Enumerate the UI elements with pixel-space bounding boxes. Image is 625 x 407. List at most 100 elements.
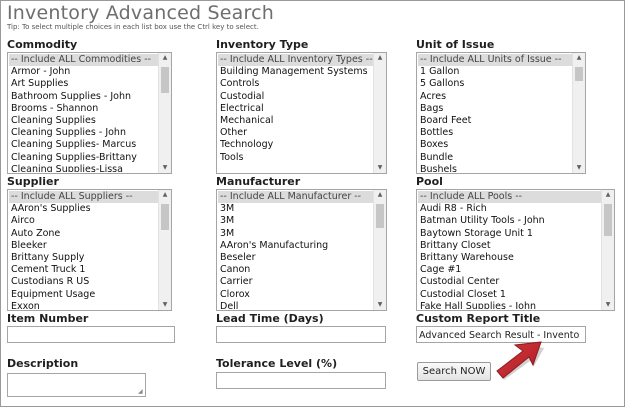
list-option[interactable]: Bundle bbox=[418, 152, 572, 164]
scroll-up-icon[interactable]: ▲ bbox=[159, 53, 171, 63]
pool-listbox[interactable]: -- Include ALL Pools -- Audi R8 - Rich Bat… bbox=[416, 189, 615, 311]
list-option[interactable]: Cement Truck 1 bbox=[9, 264, 158, 276]
description-textarea[interactable]: ◢ bbox=[7, 373, 146, 397]
list-option[interactable]: Brooms - Shannon bbox=[9, 103, 158, 115]
list-option[interactable]: Brittany Closet bbox=[418, 240, 601, 252]
manufacturer-listbox[interactable]: -- Include ALL Manufacturer -- 3M 3M 3M AAro… bbox=[216, 189, 387, 311]
scroll-up-icon[interactable]: ▲ bbox=[602, 190, 614, 200]
supplier-label: Supplier bbox=[7, 175, 59, 188]
list-option[interactable]: Custodians R US bbox=[9, 276, 158, 288]
inventory-type-scrollbar[interactable]: ▲ ▼ bbox=[373, 53, 386, 173]
inventory-type-listbox[interactable]: -- Include ALL Inventory Types -- Buildin… bbox=[216, 52, 387, 174]
list-option[interactable]: Other bbox=[218, 127, 373, 139]
scroll-up-icon[interactable]: ▲ bbox=[374, 190, 386, 200]
list-option[interactable]: Bathroom Supplies - John bbox=[9, 91, 158, 103]
item-number-input[interactable] bbox=[7, 326, 175, 343]
list-option[interactable]: 3M bbox=[218, 215, 373, 227]
list-option[interactable]: Art Supplies bbox=[9, 78, 158, 90]
scroll-up-icon[interactable]: ▲ bbox=[573, 53, 585, 63]
scroll-down-icon[interactable]: ▼ bbox=[573, 163, 585, 173]
list-option[interactable]: Cage #1 bbox=[418, 264, 601, 276]
scroll-down-icon[interactable]: ▼ bbox=[374, 300, 386, 310]
list-option[interactable]: -- Include ALL Inventory Types -- bbox=[218, 54, 373, 67]
list-option[interactable]: Armor - John bbox=[9, 66, 158, 78]
commodity-scrollbar[interactable]: ▲ ▼ bbox=[158, 53, 171, 173]
list-option[interactable]: Audi R8 - Rich bbox=[418, 203, 601, 215]
list-option[interactable]: AAron's Manufacturing bbox=[218, 240, 373, 252]
pool-scrollbar[interactable]: ▲ ▼ bbox=[601, 190, 614, 310]
scroll-down-icon[interactable]: ▼ bbox=[159, 163, 171, 173]
list-option[interactable]: Brittany Warehouse bbox=[418, 252, 601, 264]
supplier-scrollbar[interactable]: ▲ ▼ bbox=[158, 190, 171, 310]
list-option[interactable]: Bushels bbox=[418, 164, 572, 172]
list-option[interactable]: Custodial Center bbox=[418, 276, 601, 288]
lead-time-input[interactable] bbox=[216, 326, 386, 343]
list-option[interactable]: Exxon bbox=[9, 301, 158, 309]
list-option[interactable]: Boxes bbox=[418, 139, 572, 151]
list-option[interactable]: Dell bbox=[218, 301, 373, 309]
scroll-up-icon[interactable]: ▲ bbox=[374, 53, 386, 63]
list-option[interactable]: Cleaning Supplies-Brittany bbox=[9, 152, 158, 164]
list-option[interactable]: AAron's Supplies bbox=[9, 203, 158, 215]
unit-of-issue-listbox[interactable]: -- Include ALL Units of Issue -- 1 Gallon… bbox=[416, 52, 586, 174]
search-now-button[interactable]: Search NOW bbox=[417, 362, 491, 381]
tolerance-level-input[interactable] bbox=[216, 372, 386, 389]
supplier-listbox[interactable]: -- Include ALL Suppliers -- AAron's Suppl… bbox=[7, 189, 172, 311]
tip-text: Tip: To select multiple choices in each … bbox=[7, 23, 259, 31]
list-option[interactable]: 1 Gallon bbox=[418, 66, 572, 78]
commodity-listbox[interactable]: -- Include ALL Commodities -- Armor - Joh… bbox=[7, 52, 172, 174]
list-option[interactable]: Board Feet bbox=[418, 115, 572, 127]
list-option[interactable]: -- Include ALL Pools -- bbox=[418, 191, 601, 204]
scroll-down-icon[interactable]: ▼ bbox=[602, 300, 614, 310]
list-option[interactable]: -- Include ALL Units of Issue -- bbox=[418, 54, 572, 67]
list-option[interactable]: 3M bbox=[218, 228, 373, 240]
scroll-up-icon[interactable]: ▲ bbox=[159, 190, 171, 200]
list-option[interactable]: Cleaning Supplies - John bbox=[9, 127, 158, 139]
list-option[interactable]: Tools bbox=[218, 152, 373, 164]
list-option[interactable]: Building Management Systems bbox=[218, 66, 373, 78]
list-option[interactable]: Bags bbox=[418, 103, 572, 115]
unit-of-issue-scrollbar[interactable]: ▲ ▼ bbox=[572, 53, 585, 173]
list-option[interactable]: -- Include ALL Manufacturer -- bbox=[218, 191, 373, 204]
list-option[interactable]: Acres bbox=[418, 91, 572, 103]
list-option[interactable]: Airco bbox=[9, 215, 158, 227]
list-option[interactable]: Cleaning Supplies-Lissa bbox=[9, 164, 158, 172]
unit-of-issue-label: Unit of Issue bbox=[416, 38, 495, 51]
inventory-type-label: Inventory Type bbox=[216, 38, 309, 51]
list-option[interactable]: Clorox bbox=[218, 289, 373, 301]
list-option[interactable]: Baytown Storage Unit 1 bbox=[418, 228, 601, 240]
scroll-thumb[interactable] bbox=[161, 204, 169, 230]
list-option[interactable]: Carrier bbox=[218, 276, 373, 288]
list-option[interactable]: Custodial Closet 1 bbox=[418, 289, 601, 301]
list-option[interactable]: Canon bbox=[218, 264, 373, 276]
scroll-thumb[interactable] bbox=[575, 67, 583, 81]
list-option[interactable]: 3M bbox=[218, 203, 373, 215]
scroll-down-icon[interactable]: ▼ bbox=[159, 300, 171, 310]
manufacturer-scrollbar[interactable]: ▲ ▼ bbox=[373, 190, 386, 310]
list-option[interactable]: Brittany Supply bbox=[9, 252, 158, 264]
list-option[interactable]: Cleaning Supplies bbox=[9, 115, 158, 127]
list-option[interactable]: -- Include ALL Commodities -- bbox=[9, 54, 158, 67]
list-option[interactable]: -- Include ALL Suppliers -- bbox=[9, 191, 158, 204]
list-option[interactable]: Technology bbox=[218, 139, 373, 151]
resize-grip-icon[interactable]: ◢ bbox=[138, 389, 144, 395]
list-option[interactable]: Beseler bbox=[218, 252, 373, 264]
item-number-label: Item Number bbox=[7, 312, 89, 325]
scroll-thumb[interactable] bbox=[604, 204, 612, 236]
list-option[interactable]: Fake Hall Supplies - John bbox=[418, 301, 601, 309]
list-option[interactable]: Controls bbox=[218, 78, 373, 90]
list-option[interactable]: Electrical bbox=[218, 103, 373, 115]
page-title: Inventory Advanced Search bbox=[7, 2, 274, 24]
scroll-thumb[interactable] bbox=[161, 67, 169, 93]
list-option[interactable]: 5 Gallons bbox=[418, 78, 572, 90]
list-option[interactable]: Custodial bbox=[218, 91, 373, 103]
list-option[interactable]: Bleeker bbox=[9, 240, 158, 252]
list-option[interactable]: Cleaning Supplies- Marcus bbox=[9, 139, 158, 151]
scroll-down-icon[interactable]: ▼ bbox=[374, 163, 386, 173]
list-option[interactable]: Bottles bbox=[418, 127, 572, 139]
list-option[interactable]: Mechanical bbox=[218, 115, 373, 127]
list-option[interactable]: Auto Zone bbox=[9, 228, 158, 240]
list-option[interactable]: Batman Utility Tools - John bbox=[418, 215, 601, 227]
list-option[interactable]: Equipment Usage bbox=[9, 289, 158, 301]
scroll-thumb[interactable] bbox=[376, 204, 384, 228]
